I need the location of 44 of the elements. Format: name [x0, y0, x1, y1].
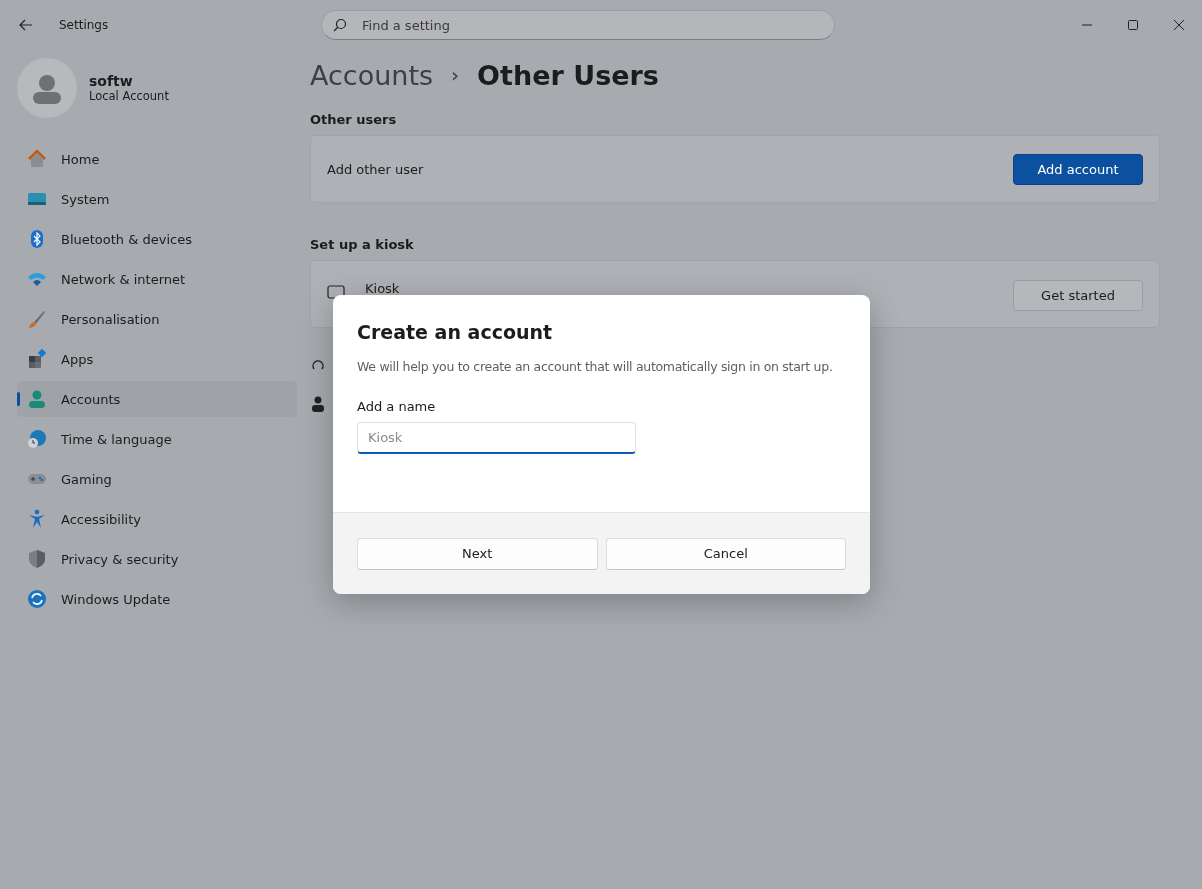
dialog-description: We will help you to create an account that will automatically sign in on start up. [357, 359, 834, 374]
breadcrumb-link[interactable]: Accounts [310, 59, 434, 91]
sync-icon [27, 589, 47, 609]
sidebar-item[interactable]: Accounts [17, 381, 297, 417]
person-icon [27, 389, 47, 409]
sidebar-item[interactable]: Bluetooth & devices [17, 221, 297, 257]
section-title: Set up a kiosk [310, 237, 415, 252]
next-button[interactable]: Next [357, 537, 598, 570]
setting-label: Kiosk [365, 281, 401, 296]
paintbrush-icon [27, 309, 47, 329]
breadcrumb-separator: › [451, 63, 460, 87]
house-icon [27, 149, 47, 169]
accessibility-icon [27, 509, 47, 529]
sidebar-item[interactable]: Apps [17, 341, 297, 377]
sidebar-item[interactable]: Gaming [17, 461, 297, 497]
close-icon[interactable] [1173, 19, 1185, 31]
search-field[interactable]: Find a setting [321, 10, 835, 40]
account-type: Local Account [89, 89, 169, 103]
sidebar-item[interactable]: Personalisation [17, 301, 297, 337]
avatar-icon [17, 58, 77, 118]
apps-icon [27, 349, 47, 369]
name-input-field[interactable]: Kiosk [357, 422, 636, 454]
sidebar-item[interactable]: Network & internet [17, 261, 297, 297]
dialog-title: Create an account [357, 321, 554, 343]
sidebar-item[interactable]: Time & language [17, 421, 297, 457]
sidebar-item[interactable]: System [17, 181, 297, 217]
back-icon[interactable] [18, 17, 34, 33]
setting-label: Add other user [327, 161, 425, 177]
cancel-button[interactable]: Cancel [605, 537, 846, 570]
profile-name: softw [89, 73, 134, 89]
sidebar-item[interactable]: Home [17, 141, 297, 177]
add-account-button[interactable]: Add account [1013, 153, 1143, 185]
person-icon [311, 396, 325, 412]
sidebar-item[interactable]: Accessibility [17, 501, 297, 537]
window-title: Settings [59, 18, 110, 32]
maximize-icon[interactable] [1127, 19, 1139, 31]
page-title: Other Users [477, 59, 659, 91]
shield-icon [27, 549, 47, 569]
section-title: Other users [310, 112, 398, 127]
get-started-button[interactable]: Get started [1013, 280, 1143, 311]
sidebar-item[interactable]: Privacy & security [17, 541, 297, 577]
search-icon [333, 18, 347, 32]
field-label: Add a name [357, 399, 437, 414]
sidebar-item[interactable]: Windows Update [17, 581, 297, 617]
